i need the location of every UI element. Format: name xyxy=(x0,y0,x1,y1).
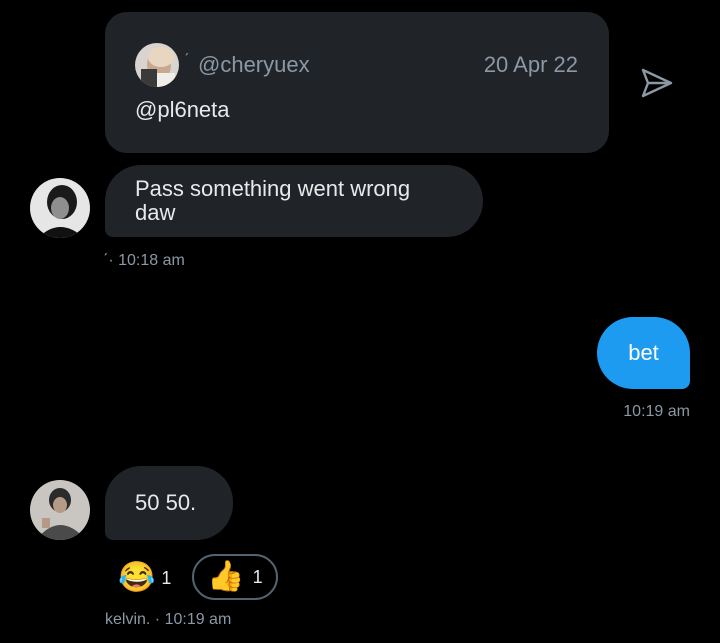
message-text: Pass something went wrong daw xyxy=(135,176,411,225)
message-text: 50 50. xyxy=(135,490,197,515)
message-meta: ˊ· 10:18 am xyxy=(103,252,185,269)
quoted-tweet-date: 20 Apr 22 xyxy=(483,52,578,77)
thumbs-up-emoji-icon: 👍 xyxy=(207,560,245,593)
message-meta: kelvin. · 10:19 am xyxy=(105,611,232,628)
reaction-count: 1 xyxy=(161,567,172,588)
message-meta: 10:19 am xyxy=(623,403,690,420)
message-bubble[interactable]: Pass something went wrong daw xyxy=(105,165,483,237)
reaction-thumbs-up[interactable]: 👍 1 xyxy=(192,554,278,600)
reaction-count: 1 xyxy=(252,566,263,587)
quoted-tweet-card[interactable] xyxy=(105,12,609,153)
message-bubble-outgoing[interactable]: bet xyxy=(597,317,690,389)
sender-avatar[interactable] xyxy=(30,480,90,540)
quoted-tweet-text[interactable]: @pl6neta xyxy=(135,98,230,122)
quoted-tweet-handle[interactable]: @cheryuex xyxy=(198,53,310,77)
message-text: bet xyxy=(628,340,659,365)
send-icon[interactable] xyxy=(639,65,675,101)
reaction-tears-of-joy[interactable]: 😂 1 xyxy=(118,558,171,598)
tears-of-joy-emoji-icon: 😂 xyxy=(118,561,156,594)
quoted-tweet-avatar[interactable] xyxy=(135,43,179,87)
sender-avatar[interactable] xyxy=(30,178,90,238)
verified-tick: ˊ xyxy=(184,52,190,69)
message-bubble[interactable]: 50 50. xyxy=(105,466,233,540)
